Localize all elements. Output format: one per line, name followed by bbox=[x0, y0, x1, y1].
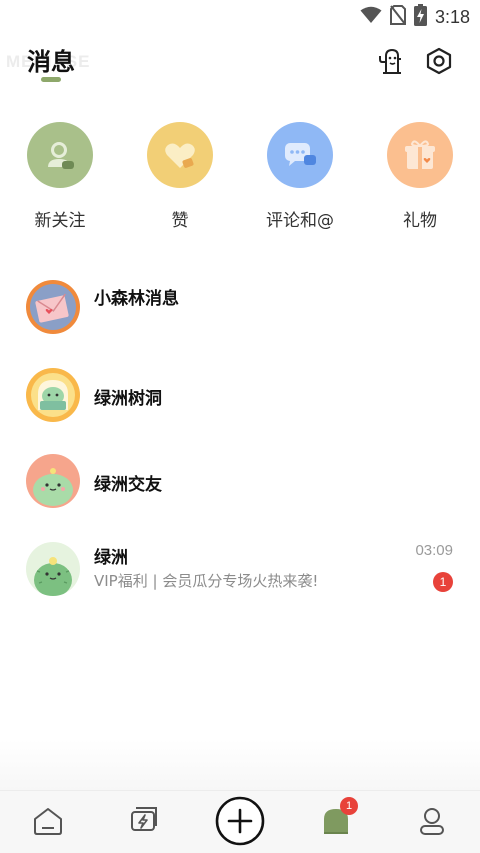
quick-action-gifts[interactable]: 礼物 bbox=[375, 122, 465, 231]
gift-icon bbox=[387, 122, 453, 188]
list-item-forest-messages[interactable]: 小森林消息 bbox=[0, 276, 480, 338]
quick-action-label: 新关注 bbox=[34, 211, 86, 231]
tab-bar: 1 bbox=[0, 790, 480, 853]
cactus-button[interactable] bbox=[374, 47, 406, 79]
cactus-friends-avatar bbox=[26, 454, 80, 508]
tab-home[interactable] bbox=[0, 791, 96, 853]
envelope-avatar bbox=[26, 280, 80, 334]
list-item-title: 绿洲交友 bbox=[94, 475, 162, 495]
quick-action-new-follower[interactable]: 新关注 bbox=[15, 122, 105, 231]
quick-action-comments[interactable]: 评论和@ bbox=[255, 122, 345, 231]
status-time: 3:18 bbox=[434, 6, 470, 27]
settings-hexagon-icon bbox=[424, 46, 454, 80]
tab-flash-chat[interactable] bbox=[96, 791, 192, 853]
quick-action-label: 礼物 bbox=[403, 211, 437, 231]
home-icon bbox=[32, 805, 64, 841]
list-item-oasis-friends[interactable]: 绿洲交友 bbox=[0, 452, 480, 514]
status-bar: 3:18 bbox=[0, 0, 480, 34]
tab-profile[interactable] bbox=[384, 791, 480, 853]
title-underline bbox=[41, 77, 61, 82]
tab-notifications[interactable]: 1 bbox=[288, 791, 384, 853]
tree-hollow-avatar bbox=[26, 368, 80, 422]
lightning-chat-icon bbox=[128, 805, 160, 841]
oasis-cactus-avatar bbox=[26, 542, 80, 596]
profile-icon bbox=[416, 805, 448, 841]
list-item-title: 小森林消息 bbox=[94, 289, 179, 309]
message-preview: VIP福利 | 会员瓜分专场火热来袭! bbox=[94, 572, 319, 590]
comment-icon bbox=[267, 122, 333, 188]
quick-action-label: 评论和@ bbox=[266, 211, 334, 231]
list-item-tree-hollow[interactable]: 绿洲树洞 bbox=[0, 364, 480, 426]
no-sim-icon bbox=[389, 5, 406, 29]
quick-action-label: 赞 bbox=[171, 211, 189, 231]
status-icons: 3:18 bbox=[360, 4, 470, 30]
heart-like-icon bbox=[147, 122, 213, 188]
list-item-title: 绿洲树洞 bbox=[94, 389, 162, 409]
header: MEDIASE 消息 bbox=[0, 40, 480, 88]
wifi-icon bbox=[360, 6, 382, 28]
notification-badge: 1 bbox=[340, 797, 358, 815]
add-icon bbox=[215, 796, 265, 850]
battery-charging-icon bbox=[413, 4, 427, 30]
unread-badge: 1 bbox=[433, 572, 453, 592]
new-follower-icon bbox=[27, 122, 93, 188]
cactus-icon bbox=[375, 46, 405, 80]
list-item-title: 绿洲 bbox=[94, 548, 128, 568]
page-title: 消息 bbox=[27, 48, 75, 76]
settings-button[interactable] bbox=[423, 47, 455, 79]
quick-action-likes[interactable]: 赞 bbox=[135, 122, 225, 231]
bottom-fade bbox=[0, 740, 480, 790]
list-item-oasis[interactable]: 绿洲 03:09 VIP福利 | 会员瓜分专场火热来袭! 1 bbox=[0, 542, 480, 604]
quick-actions: 新关注 赞 评论和@ 礼物 bbox=[0, 122, 480, 232]
message-time: 03:09 bbox=[415, 542, 453, 559]
tab-add[interactable] bbox=[192, 791, 288, 853]
